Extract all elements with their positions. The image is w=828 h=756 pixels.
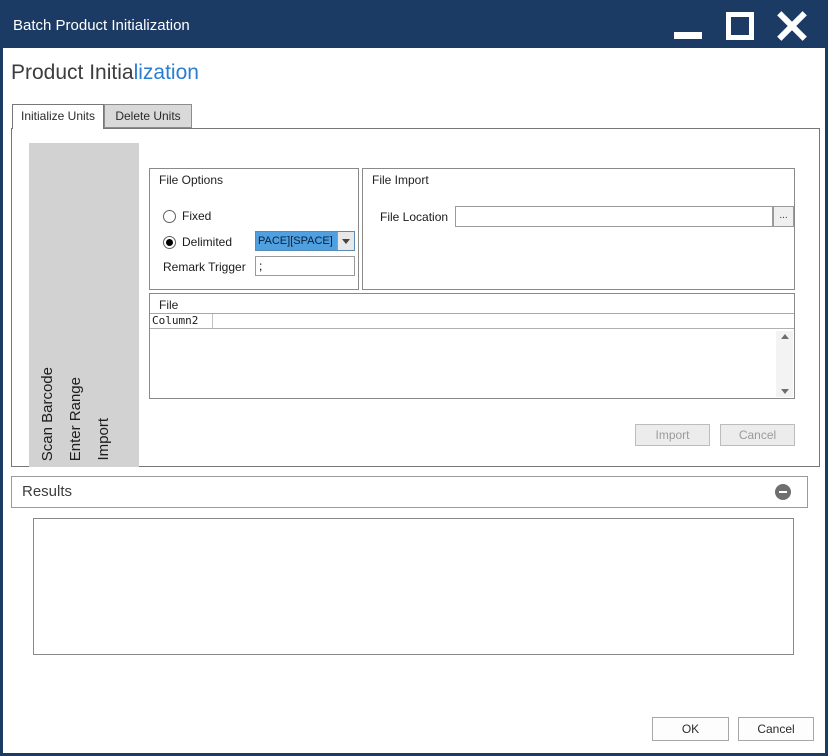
minus-icon [779,491,787,493]
scroll-up-icon[interactable] [781,334,789,339]
delimited-radio[interactable] [163,236,176,249]
results-title: Results [22,477,72,507]
maximize-icon [726,12,754,40]
fixed-radio-label: Fixed [182,209,211,223]
delimited-radio-label: Delimited [182,235,232,249]
remark-trigger-label: Remark Trigger [163,260,246,274]
side-tab-scan-barcode[interactable]: Scan Barcode [39,367,56,461]
side-tab-strip: Scan Barcode Enter Range Import [29,143,139,467]
file-import-title: File Import [372,173,429,187]
scroll-down-icon[interactable] [781,389,789,394]
file-import-group: File Import File Location ... [362,168,795,290]
window-title: Batch Product Initialization [13,3,190,48]
page-title: Product Initialization [11,61,199,85]
collapse-results-button[interactable] [775,484,791,500]
minimize-icon [674,32,702,39]
title-bar: Batch Product Initialization [3,3,825,48]
file-location-label: File Location [380,210,448,224]
grid-header-row: Column2 [150,314,794,329]
file-grid: Column2 [150,313,794,398]
app-window: Batch Product Initialization Product Ini… [0,0,828,756]
initialize-units-panel: Scan Barcode Enter Range Import File Opt… [11,128,820,467]
file-group-title: File [159,298,178,312]
tab-delete-units[interactable]: Delete Units [104,104,192,128]
chevron-down-icon [342,239,350,244]
results-header: Results [11,476,808,508]
page-title-blue: lization [134,61,199,84]
grid-vertical-scrollbar[interactable] [776,331,793,397]
fixed-radio[interactable] [163,210,176,223]
tab-initialize-units[interactable]: Initialize Units [12,104,104,129]
results-output-area [33,518,794,655]
file-location-input[interactable] [455,206,773,227]
import-cancel-button[interactable]: Cancel [720,424,795,446]
delimiter-dropdown-button[interactable] [337,232,354,250]
file-group: File Column2 [149,293,795,399]
cancel-button[interactable]: Cancel [738,717,814,741]
file-options-group: File Options Fixed Delimited PACE][SPACE… [149,168,359,290]
minimize-button[interactable] [666,6,710,46]
delimited-radio-dot [166,239,173,246]
delimited-radio-row: Delimited [163,235,232,249]
delimiter-selected-value: PACE][SPACE] [256,232,337,250]
browse-button[interactable]: ... [773,206,794,227]
file-options-title: File Options [159,173,223,187]
side-tab-enter-range[interactable]: Enter Range [67,377,84,461]
grid-column-header[interactable]: Column2 [150,314,213,328]
import-button[interactable]: Import [635,424,710,446]
close-icon [777,11,807,41]
maximize-button[interactable] [718,6,762,46]
remark-trigger-input[interactable] [255,256,355,276]
close-button[interactable] [770,6,814,46]
ok-button[interactable]: OK [652,717,729,741]
side-tab-import[interactable]: Import [95,418,112,461]
delimiter-combobox[interactable]: PACE][SPACE] [255,231,355,251]
page-title-dark: Product Initia [11,61,134,84]
fixed-radio-row: Fixed [163,209,211,223]
